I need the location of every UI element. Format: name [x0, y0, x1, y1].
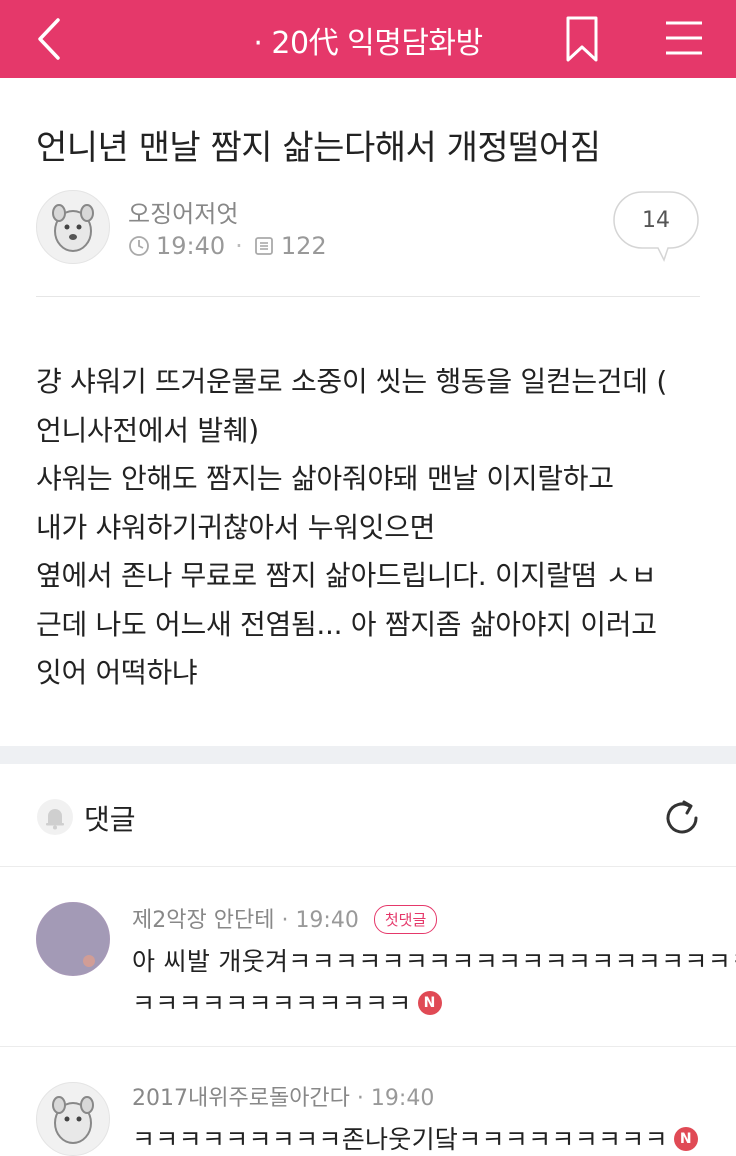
top-app-bar: · 20代 익명담화방: [0, 0, 736, 78]
comment-text-fragment: ㅋㅋㅋㅋㅋㅋㅋㅋㅋㅋㅋㅋ: [132, 989, 412, 1018]
body-line: 옆에서 존나 무료로 짬지 삶아드립니다. 이지랄떰 ㅅㅂ: [36, 559, 657, 592]
new-badge: N: [417, 991, 442, 1015]
comment-text-fragment: ㅋㅋㅋㅋㅋㅋㅋㅋㅋ존나웃기닼ㅋㅋㅋㅋㅋㅋㅋㅋㅋ: [132, 1125, 668, 1154]
body-line: 내가 샤워하기귀찮아서 누워잇으면: [36, 510, 436, 544]
comment-count-bubble[interactable]: 14: [612, 190, 700, 262]
bookmark-icon[interactable]: [562, 14, 602, 64]
new-badge: N: [673, 1127, 698, 1151]
author-avatar[interactable]: [36, 190, 110, 264]
comment-count: 14: [642, 208, 670, 233]
bell-icon[interactable]: [36, 798, 74, 836]
hamburger-menu-icon[interactable]: [662, 18, 706, 58]
body-line: 샤워는 안해도 짬지는 삶아줘야돼 맨날 이지랄하고: [36, 462, 614, 495]
clock-icon: [129, 236, 149, 256]
body-line: 잇어 어떡하냐: [36, 656, 198, 689]
body-line: 걍 샤워기 뜨거운물로 소중이 씻는 행동을 일컫는건데 (: [36, 365, 667, 398]
commenter-avatar[interactable]: [36, 902, 110, 976]
comment-author-line: 2017내위주로돌아간다 · 19:40: [132, 1080, 434, 1112]
comment-divider: [0, 1046, 736, 1047]
meta-separator: ·: [235, 232, 243, 260]
author-name[interactable]: 오징어저엇: [128, 194, 238, 229]
photo-avatar-icon: [37, 903, 109, 975]
comment-author[interactable]: 제2악장 안단테: [132, 908, 274, 933]
comment-time: 19:40: [370, 1086, 435, 1111]
comment-text-line: 아 씨발 개웃겨ㅋㅋㅋㅋㅋㅋㅋㅋㅋㅋㅋㅋㅋㅋㅋㅋㅋㅋㅋㅋ: [132, 947, 736, 976]
section-separator: [0, 746, 736, 764]
post-time: 19:40: [156, 232, 226, 260]
meta-separator: ·: [281, 908, 296, 933]
post-header-divider: [36, 296, 700, 297]
dog-avatar-icon: [52, 204, 94, 252]
comment-text-line-last: ㅋㅋㅋㅋㅋㅋㅋㅋㅋㅋㅋㅋ N: [132, 984, 442, 1020]
refresh-icon[interactable]: [660, 796, 704, 840]
view-count: 122: [280, 232, 327, 260]
comments-header-divider: [0, 866, 736, 867]
post-meta: 19:40 · 122: [128, 232, 327, 260]
comment-text-line: ㅋㅋㅋㅋㅋㅋㅋㅋㅋ존나웃기닼ㅋㅋㅋㅋㅋㅋㅋㅋㅋ N: [132, 1120, 698, 1156]
comments-label: 댓글: [84, 803, 136, 836]
post-body: 걍 샤워기 뜨거운물로 소중이 씻는 행동을 일컫는건데 ( 언니사전에서 발췌…: [36, 358, 716, 698]
body-line: 근데 나도 어느새 전염됨... 아 짬지좀 삶아야지 이러고: [36, 607, 657, 641]
comment-author-line: 제2악장 안단테 · 19:40 첫댓글: [132, 902, 438, 936]
comment-author[interactable]: 2017내위주로돌아간다: [132, 1086, 350, 1111]
board-title: · 20代 익명담화방: [253, 26, 483, 61]
first-comment-badge: 첫댓글: [373, 904, 438, 934]
post-title: 언니년 맨날 짬지 삶는다해서 개정떨어짐: [36, 128, 601, 168]
comments-header: 댓글: [0, 764, 736, 868]
commenter-avatar[interactable]: [36, 1082, 110, 1156]
comment-time: 19:40: [295, 908, 359, 933]
dog-avatar-icon: [52, 1096, 94, 1144]
body-line: 언니사전에서 발췌): [36, 413, 259, 447]
view-count-icon: [254, 237, 273, 255]
meta-separator: ·: [356, 1086, 371, 1111]
